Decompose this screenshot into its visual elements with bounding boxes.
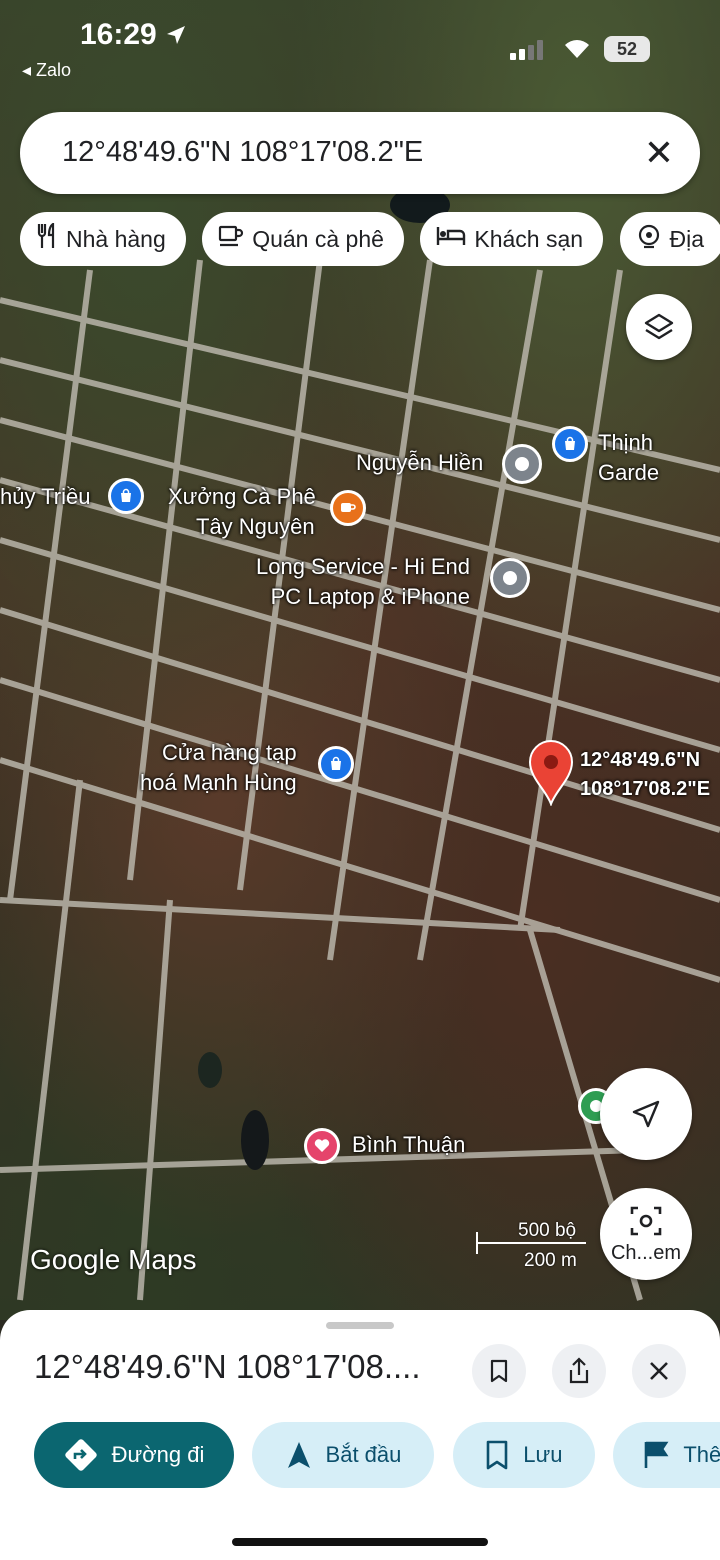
poi-label-line1: Long Service - Hi End bbox=[256, 554, 470, 579]
poi-label-line2: hoá Mạnh Hùng bbox=[140, 770, 297, 795]
layers-icon bbox=[644, 313, 674, 340]
clear-search-icon[interactable]: ✕ bbox=[644, 132, 674, 174]
coffee-icon[interactable] bbox=[330, 490, 366, 526]
attraction-icon bbox=[636, 223, 662, 256]
chip-label: Khách sạn bbox=[474, 225, 584, 252]
status-time: 16:29 bbox=[80, 18, 187, 52]
pin-label-lat: 12°48'49.6"N bbox=[580, 749, 701, 771]
save-bookmark-button[interactable] bbox=[472, 1344, 526, 1398]
cellular-signal-icon bbox=[510, 40, 543, 60]
place-title: 12°48'49.6"N 108°17'08.... bbox=[34, 1348, 421, 1385]
battery-indicator: 52 bbox=[604, 36, 650, 62]
close-icon bbox=[650, 1362, 668, 1380]
action-label: Thên bbox=[683, 1442, 720, 1467]
location-arrow-icon bbox=[167, 26, 186, 44]
action-label: Đường đi bbox=[111, 1442, 205, 1467]
search-bar[interactable]: 12°48'49.6"N 108°17'08.2"E ✕ bbox=[20, 112, 700, 194]
camera-lens-icon bbox=[630, 1206, 662, 1236]
shopping-bag-icon[interactable] bbox=[318, 746, 354, 782]
scale-secondary: 200 m bbox=[524, 1250, 577, 1271]
poi-label-line1: Xưởng Cà Phê bbox=[168, 484, 316, 509]
restaurant-icon bbox=[36, 221, 58, 256]
start-button[interactable]: Bắt đầu bbox=[252, 1422, 435, 1488]
dropped-pin-icon[interactable] bbox=[528, 740, 574, 811]
share-button[interactable] bbox=[552, 1344, 606, 1398]
poi-label-line2: Tây Nguyên bbox=[196, 514, 315, 539]
hotel-icon bbox=[436, 225, 466, 254]
wifi-icon bbox=[565, 40, 589, 58]
poi-label-line2: PC Laptop & iPhone bbox=[270, 584, 470, 609]
shopping-bag-icon[interactable] bbox=[552, 426, 588, 462]
poi-binh-thuan[interactable]: Bình Thuận bbox=[352, 1130, 465, 1160]
action-label: Lưu bbox=[523, 1442, 563, 1467]
search-query[interactable]: 12°48'49.6"N 108°17'08.2"E bbox=[62, 136, 423, 169]
close-sheet-button[interactable] bbox=[632, 1344, 686, 1398]
google-maps-logo: Google Maps bbox=[30, 1244, 197, 1275]
pin-label-lng: 108°17'08.2"E bbox=[580, 778, 711, 800]
chip-coffee[interactable]: Quán cà phê bbox=[202, 212, 404, 266]
chip-label: Nhà hàng bbox=[66, 225, 166, 252]
action-label: Bắt đầu bbox=[325, 1442, 402, 1467]
dropped-pin-label: 12°48'49.6"N 108°17'08.2"E bbox=[580, 746, 710, 804]
poi-label-line1: Cửa hàng tạp bbox=[161, 740, 297, 765]
place-icon[interactable] bbox=[502, 444, 542, 484]
sheet-drag-handle[interactable] bbox=[326, 1322, 394, 1329]
directions-button[interactable]: Đường đi bbox=[34, 1422, 234, 1488]
bookmark-icon bbox=[485, 1440, 509, 1470]
chip-attractions[interactable]: Địa bbox=[619, 212, 720, 266]
place-icon[interactable] bbox=[490, 558, 530, 598]
home-indicator[interactable] bbox=[232, 1538, 488, 1546]
category-chips: Nhà hàng Quán cà phê Khách sạn Địa bbox=[20, 212, 720, 268]
place-bottom-sheet: 12°48'49.6"N 108°17'08.... Đường đi Bắt … bbox=[0, 1310, 720, 1560]
chip-label: Địa bbox=[669, 225, 705, 252]
more-button[interactable]: Thên bbox=[613, 1422, 720, 1488]
flag-icon bbox=[643, 1440, 669, 1470]
directions-icon bbox=[64, 1438, 98, 1472]
shopping-bag-icon[interactable] bbox=[108, 478, 144, 514]
chip-label: Quán cà phê bbox=[252, 225, 384, 252]
coffee-icon bbox=[218, 224, 244, 255]
lens-button[interactable]: Ch...em bbox=[600, 1188, 692, 1280]
save-button[interactable]: Lưu bbox=[452, 1422, 595, 1488]
status-bar: 16:29 ◂ Zalo 52 bbox=[0, 0, 720, 90]
navigation-arrow-icon bbox=[632, 1100, 660, 1128]
chip-hotels[interactable]: Khách sạn bbox=[420, 212, 604, 266]
poi-thuy-trieu[interactable]: hủy Triều bbox=[0, 482, 91, 512]
lens-label: Ch...em bbox=[610, 1242, 682, 1264]
poi-thinh-garden[interactable]: Thịnh Garde bbox=[598, 428, 720, 488]
heart-icon[interactable] bbox=[304, 1128, 340, 1164]
poi-cua-hang-tap-hoa[interactable]: Cửa hàng tạp hoá Mạnh Hùng bbox=[140, 738, 297, 798]
navigation-icon bbox=[286, 1440, 312, 1470]
chip-restaurants[interactable]: Nhà hàng bbox=[20, 212, 186, 266]
layers-button[interactable] bbox=[626, 294, 692, 360]
back-to-app-link[interactable]: ◂ Zalo bbox=[22, 60, 71, 81]
my-location-button[interactable] bbox=[600, 1068, 692, 1160]
share-icon bbox=[569, 1357, 589, 1384]
poi-xuong-ca-phe[interactable]: Xưởng Cà Phê Tây Nguyên bbox=[168, 482, 316, 542]
bookmark-icon bbox=[490, 1359, 508, 1383]
poi-long-service[interactable]: Long Service - Hi End PC Laptop & iPhone bbox=[256, 552, 470, 612]
action-buttons-row: Đường đi Bắt đầu Lưu Thên bbox=[34, 1422, 720, 1492]
scale-primary: 500 bộ bbox=[518, 1220, 577, 1241]
poi-nguyen-hien[interactable]: Nguyễn Hiền bbox=[356, 448, 483, 478]
